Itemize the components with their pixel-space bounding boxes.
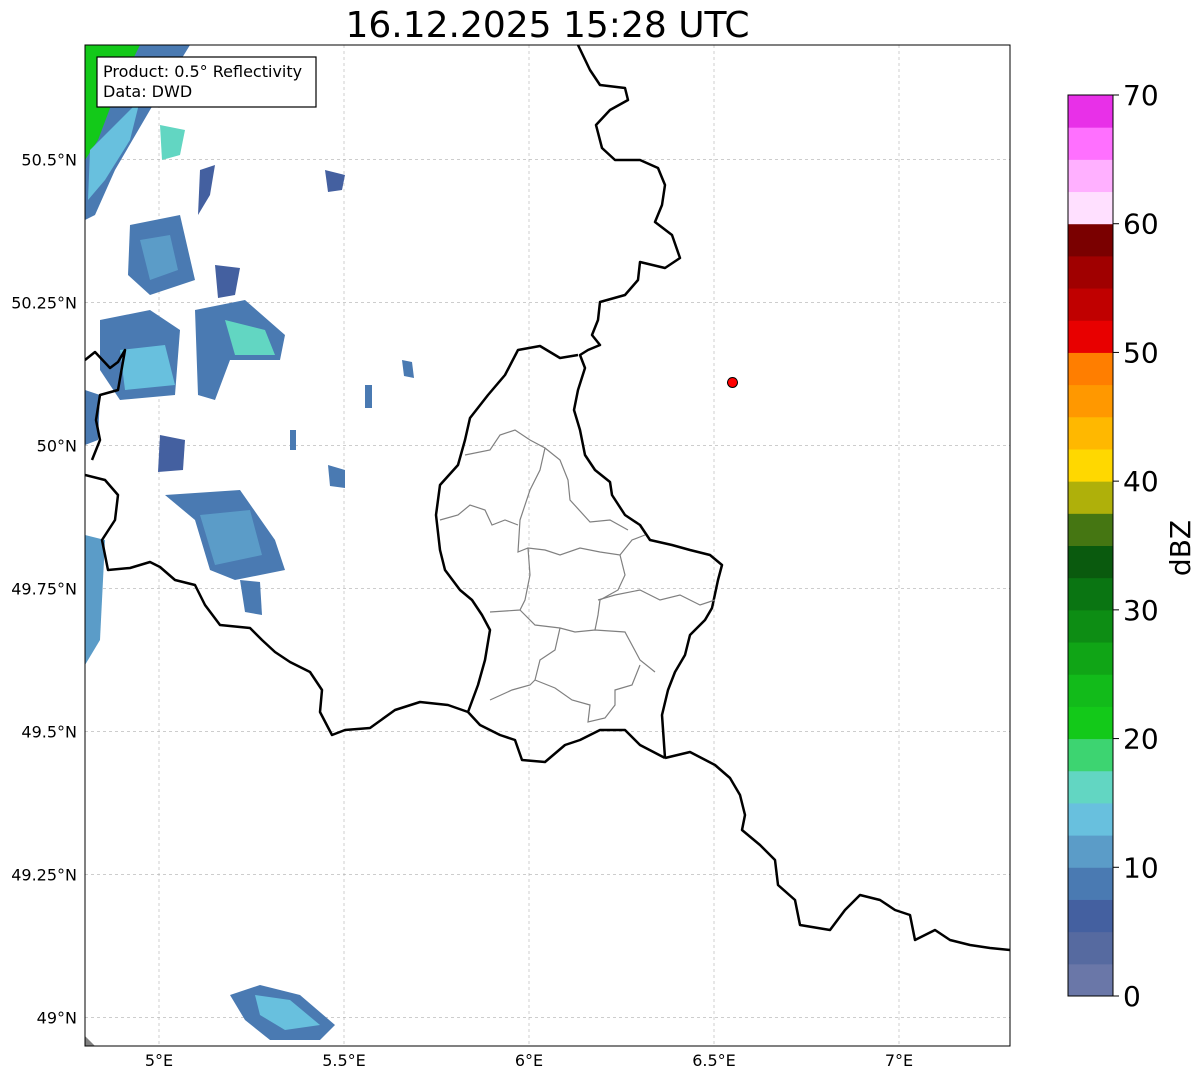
colorbar-swatch bbox=[1068, 320, 1113, 353]
echo-patch-1 bbox=[160, 125, 185, 160]
colorbar-swatch bbox=[1068, 191, 1113, 225]
colorbar-swatch bbox=[1068, 609, 1113, 643]
colorbar-swatch bbox=[1068, 127, 1113, 160]
lat-tick-label: 49°N bbox=[37, 1008, 77, 1027]
lat-tick-label: 50°N bbox=[37, 436, 77, 455]
radar-echoes bbox=[85, 45, 414, 1046]
district-line-8 bbox=[489, 627, 561, 701]
colorbar-swatch bbox=[1068, 95, 1113, 128]
echo-patch-17 bbox=[290, 430, 296, 450]
colorbar-swatch bbox=[1068, 835, 1113, 868]
lon-tick-label: 6.5°E bbox=[692, 1051, 736, 1070]
colorbar-swatch bbox=[1068, 899, 1113, 933]
district-line-7 bbox=[597, 589, 716, 606]
colorbar: 0 10 20 30 40 50 60 70 dBZ bbox=[1067, 79, 1197, 1013]
colorbar-swatch bbox=[1068, 352, 1113, 386]
echo-patch-19 bbox=[365, 385, 372, 408]
district-line-2 bbox=[544, 447, 629, 531]
colorbar-tick-label: 20 bbox=[1123, 723, 1159, 756]
radar-map-figure: Product: 0.5° Reflectivity Data: DWD 5°E… bbox=[11, 44, 1197, 1070]
lon-tick-label: 5.5°E bbox=[322, 1051, 366, 1070]
border-luxembourg-west bbox=[434, 344, 579, 713]
district-line-3 bbox=[439, 504, 519, 526]
echo-patch-15 bbox=[240, 580, 262, 615]
colorbar-tick-label: 10 bbox=[1123, 851, 1159, 884]
latitude-tick-labels: 49°N 49.25°N 49.5°N 49.75°N 50°N 50.25°N 50.5°… bbox=[11, 150, 77, 1027]
district-line-9 bbox=[534, 664, 641, 723]
colorbar-swatch bbox=[1068, 513, 1113, 546]
lon-tick-label: 7°E bbox=[885, 1051, 913, 1070]
colorbar-swatch bbox=[1068, 481, 1113, 514]
lon-tick-label: 6°E bbox=[515, 1051, 543, 1070]
lat-tick-label: 49.75°N bbox=[11, 579, 77, 598]
colorbar-swatch bbox=[1068, 416, 1113, 450]
colorbar-swatch bbox=[1068, 223, 1113, 257]
info-box: Product: 0.5° Reflectivity Data: DWD bbox=[96, 56, 317, 108]
lon-tick-label: 5°E bbox=[145, 1051, 173, 1070]
colorbar-swatch bbox=[1068, 159, 1113, 193]
district-line-5 bbox=[594, 554, 626, 631]
info-product: Product: 0.5° Reflectivity bbox=[103, 62, 302, 81]
colorbar-swatch bbox=[1068, 384, 1113, 418]
border-belgium-france bbox=[85, 473, 469, 737]
colorbar-swatch bbox=[1068, 674, 1113, 707]
echo-patch-16 bbox=[325, 170, 345, 192]
colorbar-swatch bbox=[1068, 288, 1113, 321]
district-line-4 bbox=[489, 547, 531, 613]
lat-tick-label: 49.5°N bbox=[21, 722, 77, 741]
longitude-tick-labels: 5°E 5.5°E 6°E 6.5°E 7°E bbox=[145, 1051, 913, 1070]
colorbar-swatch bbox=[1068, 770, 1113, 804]
colorbar-swatch bbox=[1068, 706, 1113, 740]
colorbar-swatch bbox=[1068, 867, 1113, 900]
echo-patch-20 bbox=[402, 360, 414, 378]
colorbar-swatch bbox=[1068, 738, 1113, 772]
colorbar-title: dBZ bbox=[1164, 520, 1197, 576]
colorbar-swatch bbox=[1068, 642, 1113, 675]
lat-tick-label: 49.25°N bbox=[11, 865, 77, 884]
lat-tick-label: 50.5°N bbox=[21, 150, 77, 169]
echo-patch-14 bbox=[85, 535, 105, 665]
echo-patch-18 bbox=[328, 465, 345, 488]
district-line-6 bbox=[519, 609, 656, 673]
colorbar-swatch bbox=[1068, 448, 1113, 482]
echo-patch-5 bbox=[215, 265, 240, 298]
echo-corner-sw bbox=[85, 1036, 95, 1046]
colorbar-tick-labels: 0 10 20 30 40 50 60 70 bbox=[1113, 79, 1159, 1013]
colorbar-swatch bbox=[1068, 545, 1113, 579]
radar-site-marker bbox=[727, 376, 738, 388]
colorbar-swatch bbox=[1068, 255, 1113, 289]
colorbar-swatch bbox=[1068, 802, 1113, 836]
colorbar-tick-label: 60 bbox=[1123, 208, 1159, 241]
colorbar-tick-label: 70 bbox=[1123, 79, 1159, 112]
colorbar-tick-label: 40 bbox=[1123, 465, 1159, 498]
border-germany-france bbox=[664, 750, 1010, 952]
border-germany-belgium-luxembourg bbox=[572, 45, 724, 759]
echo-patch-11 bbox=[158, 435, 185, 472]
colorbar-tick-label: 50 bbox=[1123, 336, 1159, 369]
district-line-1 bbox=[464, 429, 646, 556]
colorbar-swatches bbox=[1068, 95, 1113, 997]
echo-patch-10 bbox=[85, 390, 100, 445]
colorbar-tick-label: 30 bbox=[1123, 594, 1159, 627]
colorbar-tick-label: 0 bbox=[1123, 980, 1141, 1013]
info-data-source: Data: DWD bbox=[103, 82, 192, 101]
border-luxembourg-france bbox=[467, 711, 666, 764]
colorbar-swatch bbox=[1068, 931, 1113, 965]
echo-patch-2 bbox=[198, 165, 215, 215]
colorbar-swatch bbox=[1068, 577, 1113, 611]
lat-tick-label: 50.25°N bbox=[11, 293, 77, 312]
colorbar-swatch bbox=[1068, 963, 1113, 997]
